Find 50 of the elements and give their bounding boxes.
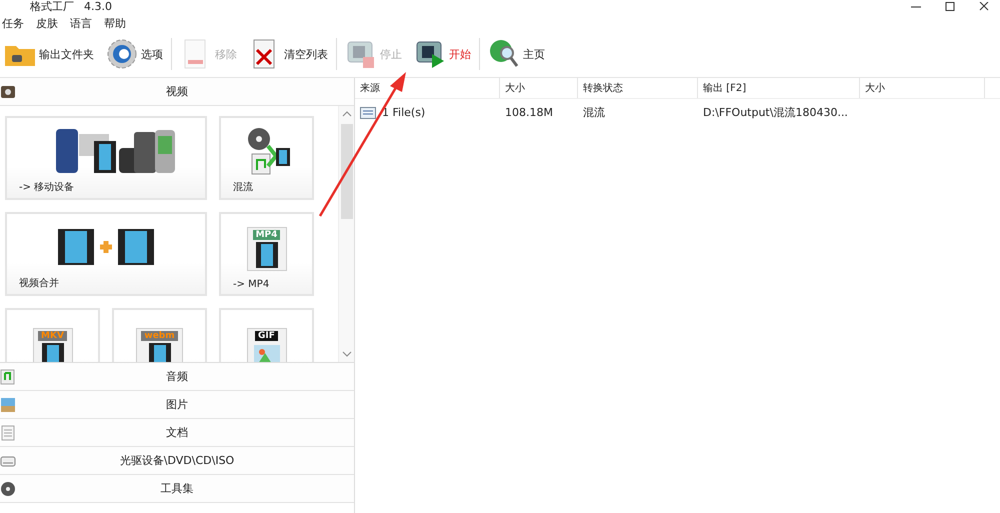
version-label: 4.3.0 [84, 1, 112, 12]
close-icon[interactable] [978, 2, 990, 12]
conversion-tile[interactable]: MP4 -> MP4 [219, 212, 314, 296]
category-label: 视频 [166, 84, 188, 99]
format-badge: MKV [38, 331, 67, 341]
tile-label: -> MP4 [233, 279, 270, 290]
maximize-icon[interactable] [944, 2, 956, 12]
toolbar-button[interactable]: 清空列表 [245, 36, 332, 72]
conversion-tile[interactable]: 混流 [219, 116, 314, 200]
table-cell: 108.18M [505, 106, 553, 119]
column-header[interactable]: 转换状态 [578, 78, 698, 98]
category-label: 文档 [166, 425, 188, 440]
gear-icon [106, 38, 138, 70]
menu-item[interactable]: 任务 [2, 16, 24, 30]
scroll-down-icon [342, 350, 352, 358]
category-label: 音频 [166, 369, 188, 384]
scroll-up-icon [342, 110, 352, 118]
film-plus-film-icon [56, 227, 156, 267]
menu-item[interactable]: 帮助 [104, 16, 126, 30]
menu-item[interactable]: 语言 [70, 16, 92, 30]
reel-icon [0, 481, 16, 497]
tile-label: 混流 [233, 180, 254, 194]
conversion-tile[interactable]: GIF [219, 308, 314, 362]
tile-label: -> 移动设备 [19, 181, 76, 194]
category-label: 工具集 [160, 481, 194, 496]
column-header[interactable]: 输出 [F2] [698, 78, 860, 98]
column-header[interactable]: 大小 [860, 78, 985, 98]
toolbar-button[interactable]: 输出文件夹 [0, 36, 98, 72]
globe-magnifier-icon [488, 38, 520, 70]
toolbar-button[interactable]: 开始 [410, 36, 475, 72]
menu-item[interactable]: 皮肤 [36, 16, 58, 30]
format-badge: webm [141, 331, 178, 341]
toolbar-button[interactable]: 主页 [484, 36, 549, 72]
file-list-icon [360, 106, 376, 118]
category-label: 光驱设备\DVD\CD\ISO [120, 453, 234, 468]
conversion-tile[interactable]: 视频合并 [5, 212, 207, 296]
scrollbar[interactable] [338, 106, 354, 362]
picture-icon [0, 397, 16, 413]
document-icon [0, 425, 16, 441]
toolbar-button[interactable]: 选项 [102, 36, 167, 72]
format-badge: GIF [255, 331, 278, 341]
scrollbar-thumb[interactable] [340, 124, 352, 219]
column-header[interactable]: 大小 [500, 78, 578, 98]
category-label: 图片 [166, 397, 188, 412]
format-badge: MP4 [252, 230, 280, 240]
table-cell: 混流 [583, 105, 605, 120]
table-cell: D:\FFOutput\混流180430... [703, 105, 848, 120]
window-title: 格式工厂 [30, 1, 74, 12]
tile-label: 视频合并 [19, 276, 60, 290]
conversion-tile[interactable]: -> 移动设备 [5, 116, 207, 200]
